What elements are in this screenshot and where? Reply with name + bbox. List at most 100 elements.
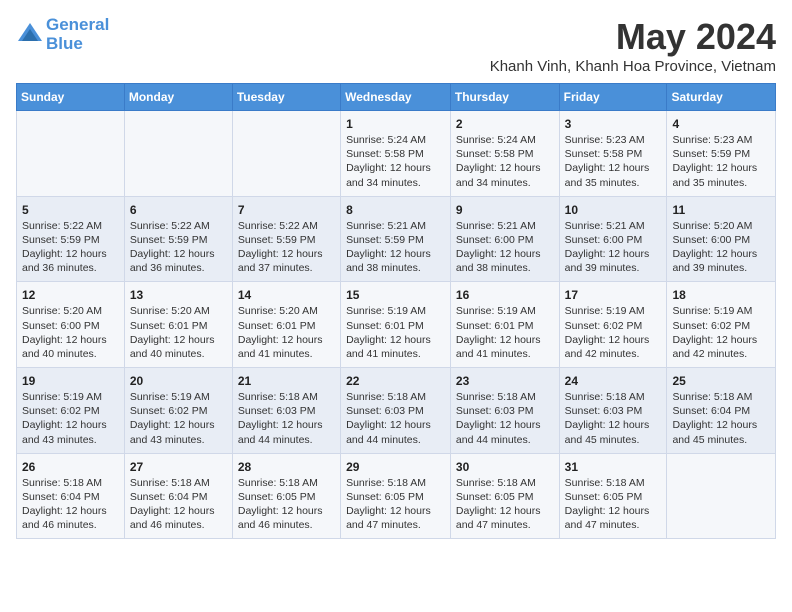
calendar-cell: 10 Sunrise: 5:21 AMSunset: 6:00 PMDayligh… — [559, 196, 667, 282]
calendar-cell: 17 Sunrise: 5:19 AMSunset: 6:02 PMDayligh… — [559, 282, 667, 368]
calendar-cell: 24 Sunrise: 5:18 AMSunset: 6:03 PMDayligh… — [559, 368, 667, 454]
calendar-cell: 9Sunrise: 5:21 AMSunset: 6:00 PMDaylight… — [450, 196, 559, 282]
day-info: Sunrise: 5:18 AMSunset: 6:05 PMDaylight:… — [346, 476, 445, 533]
day-number: 15 — [346, 288, 445, 302]
calendar-cell: 3Sunrise: 5:23 AMSunset: 5:58 PMDaylight… — [559, 111, 667, 197]
day-info: Sunrise: 5:22 AMSunset: 5:59 PMDaylight:… — [22, 219, 119, 276]
day-info: Sunrise: 5:18 AMSunset: 6:04 PMDaylight:… — [130, 476, 227, 533]
month-title: May 2024 — [490, 16, 776, 58]
calendar-cell: 26 Sunrise: 5:18 AMSunset: 6:04 PMDayligh… — [17, 453, 125, 539]
day-info: Sunrise: 5:18 AMSunset: 6:04 PMDaylight:… — [22, 476, 119, 533]
day-number: 27 — [130, 460, 227, 474]
day-number: 1 — [346, 117, 445, 131]
week-row-2: 5 Sunrise: 5:22 AMSunset: 5:59 PMDaylight… — [17, 196, 776, 282]
calendar-cell: 23Sunrise: 5:18 AMSunset: 6:03 PMDayligh… — [450, 368, 559, 454]
logo-text-blue: Blue — [46, 35, 109, 54]
day-info: Sunrise: 5:24 AMSunset: 5:58 PMDaylight:… — [346, 133, 445, 190]
day-number: 26 — [22, 460, 119, 474]
day-number: 8 — [346, 203, 445, 217]
calendar-cell: 31 Sunrise: 5:18 AMSunset: 6:05 PMDayligh… — [559, 453, 667, 539]
week-row-1: 1 Sunrise: 5:24 AMSunset: 5:58 PMDaylight… — [17, 111, 776, 197]
calendar-cell: 29 Sunrise: 5:18 AMSunset: 6:05 PMDayligh… — [341, 453, 451, 539]
day-info: Sunrise: 5:19 AMSunset: 6:02 PMDaylight:… — [672, 304, 770, 361]
calendar-cell: 6Sunrise: 5:22 AMSunset: 5:59 PMDaylight… — [124, 196, 232, 282]
day-number: 4 — [672, 117, 770, 131]
day-info: Sunrise: 5:19 AMSunset: 6:02 PMDaylight:… — [22, 390, 119, 447]
day-info: Sunrise: 5:21 AMSunset: 6:00 PMDaylight:… — [456, 219, 554, 276]
calendar-cell: 21 Sunrise: 5:18 AMSunset: 6:03 PMDayligh… — [232, 368, 340, 454]
calendar-cell: 15 Sunrise: 5:19 AMSunset: 6:01 PMDayligh… — [341, 282, 451, 368]
day-info: Sunrise: 5:22 AMSunset: 5:59 PMDaylight:… — [130, 219, 227, 276]
calendar-cell: 19 Sunrise: 5:19 AMSunset: 6:02 PMDayligh… — [17, 368, 125, 454]
calendar-cell: 30 Sunrise: 5:18 AMSunset: 6:05 PMDayligh… — [450, 453, 559, 539]
day-info: Sunrise: 5:18 AMSunset: 6:05 PMDaylight:… — [238, 476, 335, 533]
day-number: 7 — [238, 203, 335, 217]
column-header-sunday: Sunday — [17, 84, 125, 111]
page-header: General Blue May 2024 Khanh Vinh, Khanh … — [16, 16, 776, 75]
calendar-cell: 22 Sunrise: 5:18 AMSunset: 6:03 PMDayligh… — [341, 368, 451, 454]
day-info: Sunrise: 5:18 AMSunset: 6:03 PMDaylight:… — [565, 390, 662, 447]
day-number: 28 — [238, 460, 335, 474]
day-number: 17 — [565, 288, 662, 302]
calendar-cell: 8Sunrise: 5:21 AMSunset: 5:59 PMDaylight… — [341, 196, 451, 282]
calendar-cell: 4Sunrise: 5:23 AMSunset: 5:59 PMDaylight… — [667, 111, 776, 197]
calendar-cell: 20 Sunrise: 5:19 AMSunset: 6:02 PMDayligh… — [124, 368, 232, 454]
calendar-cell: 25 Sunrise: 5:18 AMSunset: 6:04 PMDayligh… — [667, 368, 776, 454]
day-number: 19 — [22, 374, 119, 388]
title-section: May 2024 Khanh Vinh, Khanh Hoa Province,… — [490, 16, 776, 75]
day-info: Sunrise: 5:18 AMSunset: 6:05 PMDaylight:… — [565, 476, 662, 533]
day-number: 14 — [238, 288, 335, 302]
day-number: 2 — [456, 117, 554, 131]
day-info: Sunrise: 5:18 AMSunset: 6:05 PMDaylight:… — [456, 476, 554, 533]
calendar-table: SundayMondayTuesdayWednesdayThursdayFrid… — [16, 83, 776, 539]
calendar-cell: 12Sunrise: 5:20 AMSunset: 6:00 PMDayligh… — [17, 282, 125, 368]
day-number: 18 — [672, 288, 770, 302]
day-number: 21 — [238, 374, 335, 388]
day-info: Sunrise: 5:19 AMSunset: 6:02 PMDaylight:… — [130, 390, 227, 447]
day-number: 3 — [565, 117, 662, 131]
calendar-cell: 16Sunrise: 5:19 AMSunset: 6:01 PMDayligh… — [450, 282, 559, 368]
day-info: Sunrise: 5:18 AMSunset: 6:03 PMDaylight:… — [238, 390, 335, 447]
day-info: Sunrise: 5:20 AMSunset: 6:00 PMDaylight:… — [22, 304, 119, 361]
day-info: Sunrise: 5:18 AMSunset: 6:04 PMDaylight:… — [672, 390, 770, 447]
week-row-4: 19 Sunrise: 5:19 AMSunset: 6:02 PMDayligh… — [17, 368, 776, 454]
day-number: 30 — [456, 460, 554, 474]
calendar-cell: 7 Sunrise: 5:22 AMSunset: 5:59 PMDaylight… — [232, 196, 340, 282]
column-header-saturday: Saturday — [667, 84, 776, 111]
calendar-cell: 27 Sunrise: 5:18 AMSunset: 6:04 PMDayligh… — [124, 453, 232, 539]
week-row-5: 26 Sunrise: 5:18 AMSunset: 6:04 PMDayligh… — [17, 453, 776, 539]
column-header-tuesday: Tuesday — [232, 84, 340, 111]
column-header-thursday: Thursday — [450, 84, 559, 111]
calendar-cell: 13Sunrise: 5:20 AMSunset: 6:01 PMDayligh… — [124, 282, 232, 368]
header-row: SundayMondayTuesdayWednesdayThursdayFrid… — [17, 84, 776, 111]
day-number: 29 — [346, 460, 445, 474]
logo-text-general: General — [46, 15, 109, 34]
day-info: Sunrise: 5:19 AMSunset: 6:02 PMDaylight:… — [565, 304, 662, 361]
day-number: 31 — [565, 460, 662, 474]
logo: General Blue — [16, 16, 109, 53]
day-info: Sunrise: 5:24 AMSunset: 5:58 PMDaylight:… — [456, 133, 554, 190]
day-number: 10 — [565, 203, 662, 217]
calendar-cell — [124, 111, 232, 197]
day-number: 24 — [565, 374, 662, 388]
calendar-body: 1 Sunrise: 5:24 AMSunset: 5:58 PMDaylight… — [17, 111, 776, 539]
location-subtitle: Khanh Vinh, Khanh Hoa Province, Vietnam — [490, 58, 776, 75]
day-number: 22 — [346, 374, 445, 388]
column-header-friday: Friday — [559, 84, 667, 111]
day-number: 5 — [22, 203, 119, 217]
calendar-cell — [667, 453, 776, 539]
day-number: 11 — [672, 203, 770, 217]
day-info: Sunrise: 5:22 AMSunset: 5:59 PMDaylight:… — [238, 219, 335, 276]
day-info: Sunrise: 5:21 AMSunset: 6:00 PMDaylight:… — [565, 219, 662, 276]
day-info: Sunrise: 5:19 AMSunset: 6:01 PMDaylight:… — [456, 304, 554, 361]
week-row-3: 12Sunrise: 5:20 AMSunset: 6:00 PMDayligh… — [17, 282, 776, 368]
day-number: 25 — [672, 374, 770, 388]
day-info: Sunrise: 5:19 AMSunset: 6:01 PMDaylight:… — [346, 304, 445, 361]
logo-icon — [16, 21, 44, 49]
day-info: Sunrise: 5:18 AMSunset: 6:03 PMDaylight:… — [456, 390, 554, 447]
calendar-cell: 1 Sunrise: 5:24 AMSunset: 5:58 PMDaylight… — [341, 111, 451, 197]
calendar-cell: 28 Sunrise: 5:18 AMSunset: 6:05 PMDayligh… — [232, 453, 340, 539]
day-number: 20 — [130, 374, 227, 388]
day-info: Sunrise: 5:18 AMSunset: 6:03 PMDaylight:… — [346, 390, 445, 447]
column-header-wednesday: Wednesday — [341, 84, 451, 111]
